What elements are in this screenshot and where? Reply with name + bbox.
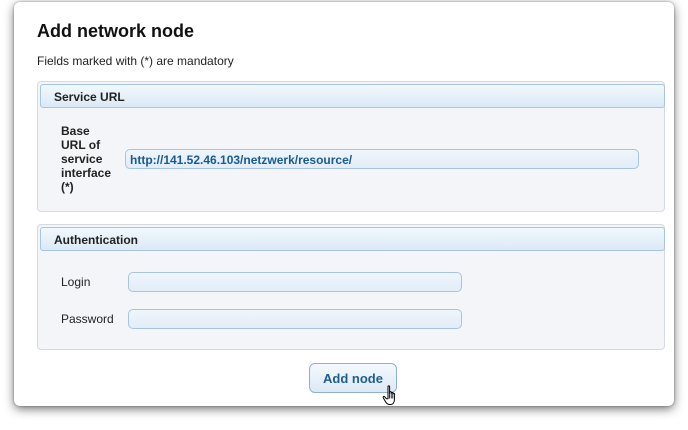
authentication-legend: Authentication xyxy=(40,227,665,251)
password-label: Password xyxy=(61,312,114,326)
base-url-label-line: service xyxy=(61,152,103,166)
login-input[interactable] xyxy=(128,272,462,292)
base-url-label-line: Base xyxy=(61,124,90,138)
authentication-fieldset: Authentication Login Password xyxy=(37,224,665,350)
service-url-legend-text: Service URL xyxy=(54,90,125,104)
mandatory-fields-note: Fields marked with (*) are mandatory xyxy=(37,54,234,68)
base-url-label-line: (*) xyxy=(61,180,74,194)
page-title: Add network node xyxy=(37,21,194,41)
service-url-legend: Service URL xyxy=(40,84,665,108)
authentication-legend-text: Authentication xyxy=(54,233,138,247)
dialog-window: Add network node Fields marked with (*) … xyxy=(14,2,674,406)
base-url-label: Base URL of service interface (*) xyxy=(61,124,121,194)
service-url-fieldset: Service URL Base URL of service interfac… xyxy=(37,81,665,212)
base-url-label-line: interface xyxy=(61,166,112,180)
base-url-input[interactable] xyxy=(125,149,639,169)
password-input[interactable] xyxy=(128,309,462,329)
login-label: Login xyxy=(61,275,91,289)
hand-pointer-icon xyxy=(382,385,395,405)
base-url-label-line: URL of xyxy=(61,138,101,152)
